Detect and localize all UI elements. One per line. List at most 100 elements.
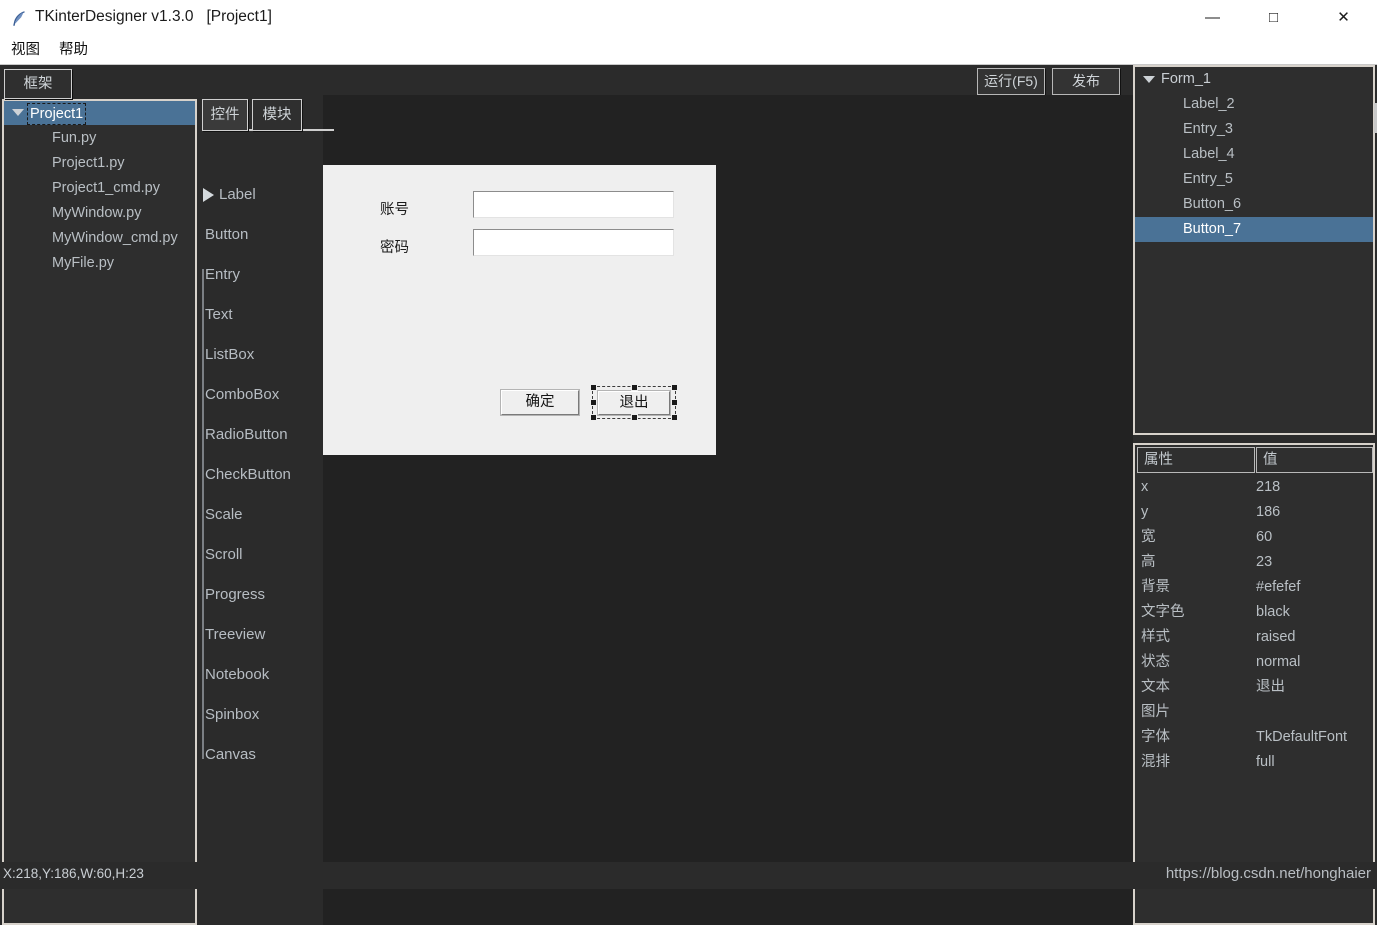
form-button-exit-selection[interactable]: 退出 bbox=[590, 384, 678, 421]
close-button[interactable]: ✕ bbox=[1320, 0, 1367, 36]
object-node-button_6[interactable]: Button_6 bbox=[1135, 192, 1373, 217]
project-tree-panel: Project1 Fun.py Project1.py Project1_cmd.p… bbox=[2, 99, 197, 925]
form-label-account[interactable]: 账号 bbox=[380, 198, 409, 219]
title-bar: TKinterDesigner v1.3.0 [Project1] — □ ✕ bbox=[0, 0, 1377, 37]
chevron-down-icon[interactable] bbox=[1143, 76, 1155, 83]
object-node-entry_3[interactable]: Entry_3 bbox=[1135, 117, 1373, 142]
resize-handle-n[interactable] bbox=[631, 384, 638, 391]
property-row[interactable]: 高 23 bbox=[1135, 550, 1373, 575]
property-value[interactable]: normal bbox=[1256, 650, 1300, 675]
property-row[interactable]: 状态 normal bbox=[1135, 650, 1373, 675]
feather-icon bbox=[10, 9, 28, 28]
object-node-label_2[interactable]: Label_2 bbox=[1135, 92, 1373, 117]
palette-item-text[interactable]: Text bbox=[205, 303, 323, 327]
minimize-button[interactable]: — bbox=[1189, 0, 1236, 36]
resize-handle-w[interactable] bbox=[590, 399, 597, 406]
widget-palette: 控件 模块 Label Button Entry Text ListBox ComboBo… bbox=[199, 99, 334, 925]
property-key: 样式 bbox=[1141, 629, 1170, 645]
window-title: TKinterDesigner v1.3.0 [Project1] bbox=[35, 8, 272, 25]
object-node-label_4[interactable]: Label_4 bbox=[1135, 142, 1373, 167]
palette-item-notebook[interactable]: Notebook bbox=[205, 663, 323, 687]
property-value[interactable]: 186 bbox=[1256, 500, 1280, 525]
palette-item-scale[interactable]: Scale bbox=[205, 503, 323, 527]
object-node-button_7[interactable]: Button_7 bbox=[1135, 217, 1373, 242]
form-button-confirm[interactable]: 确定 bbox=[501, 390, 579, 415]
menu-item-view[interactable]: 视图 bbox=[7, 40, 44, 61]
property-row[interactable]: 宽 60 bbox=[1135, 525, 1373, 550]
property-row[interactable]: 文字色 black bbox=[1135, 600, 1373, 625]
run-button[interactable]: 运行(F5) bbox=[977, 68, 1045, 95]
property-key: 宽 bbox=[1141, 529, 1156, 545]
resize-handle-nw[interactable] bbox=[590, 384, 597, 391]
resize-handle-ne[interactable] bbox=[671, 384, 678, 391]
tree-file-item[interactable]: Project1_cmd.py bbox=[52, 177, 160, 199]
property-value[interactable]: #efefef bbox=[1256, 575, 1300, 600]
property-value[interactable]: 60 bbox=[1256, 525, 1272, 550]
property-row[interactable]: y 186 bbox=[1135, 500, 1373, 525]
property-row[interactable]: 字体 TkDefaultFont bbox=[1135, 725, 1373, 750]
property-value[interactable]: 218 bbox=[1256, 475, 1280, 500]
status-bar: X:218,Y:186,W:60,H:23 https://blog.csdn.… bbox=[0, 862, 1377, 889]
resize-handle-sw[interactable] bbox=[590, 414, 597, 421]
tab-modules[interactable]: 模块 bbox=[252, 99, 302, 131]
palette-item-radiobutton[interactable]: RadioButton bbox=[205, 423, 323, 447]
tab-widgets[interactable]: 控件 bbox=[202, 99, 248, 131]
form-entry-account[interactable] bbox=[473, 191, 674, 218]
property-value[interactable]: raised bbox=[1256, 625, 1296, 650]
design-form[interactable]: 账号 密码 确定 退出 bbox=[323, 165, 716, 455]
object-tree-root[interactable]: Form_1 bbox=[1135, 67, 1373, 92]
form-entry-password[interactable] bbox=[473, 229, 674, 256]
property-key: 图片 bbox=[1141, 704, 1170, 720]
property-value[interactable]: 退出 bbox=[1256, 675, 1285, 700]
property-row[interactable]: 图片 bbox=[1135, 700, 1373, 725]
palette-item-progress[interactable]: Progress bbox=[205, 583, 323, 607]
tree-file-item[interactable]: MyWindow.py bbox=[52, 202, 141, 224]
palette-item-entry[interactable]: Entry bbox=[205, 263, 323, 287]
property-header-name: 属性 bbox=[1137, 447, 1255, 473]
palette-item-spinbox[interactable]: Spinbox bbox=[205, 703, 323, 727]
property-row[interactable]: 文本 退出 bbox=[1135, 675, 1373, 700]
property-value[interactable]: full bbox=[1256, 750, 1275, 775]
tab-frame[interactable]: 框架 bbox=[4, 69, 72, 99]
property-value[interactable]: black bbox=[1256, 600, 1290, 625]
property-row[interactable]: 混排 full bbox=[1135, 750, 1373, 775]
menu-item-help[interactable]: 帮助 bbox=[55, 40, 92, 61]
palette-item-treeview[interactable]: Treeview bbox=[205, 623, 323, 647]
property-key: 字体 bbox=[1141, 729, 1170, 745]
tree-file-item[interactable]: MyWindow_cmd.py bbox=[52, 227, 178, 249]
property-grid: 属性 值 x 218 y 186 宽 60 高 23 背景 #efefef 文字色 black 样式 ra… bbox=[1133, 443, 1375, 925]
palette-item-listbox[interactable]: ListBox bbox=[205, 343, 323, 367]
property-row[interactable]: 样式 raised bbox=[1135, 625, 1373, 650]
chevron-down-icon[interactable] bbox=[12, 109, 24, 116]
watermark-text: https://blog.csdn.net/honghaier bbox=[1165, 865, 1371, 882]
tree-file-item[interactable]: MyFile.py bbox=[52, 252, 114, 274]
property-key: 混排 bbox=[1141, 754, 1170, 770]
maximize-button[interactable]: □ bbox=[1250, 0, 1297, 36]
play-arrow-icon bbox=[203, 188, 214, 202]
publish-button[interactable]: 发布 bbox=[1052, 68, 1120, 95]
object-tree-panel: Form_1 Label_2 Entry_3 Label_4 Entry_5 Butto… bbox=[1133, 65, 1375, 435]
palette-item-button[interactable]: Button bbox=[205, 223, 323, 247]
object-node-entry_5[interactable]: Entry_5 bbox=[1135, 167, 1373, 192]
resize-handle-s[interactable] bbox=[631, 414, 638, 421]
palette-item-canvas[interactable]: Canvas bbox=[205, 743, 323, 767]
property-key: 状态 bbox=[1141, 654, 1170, 670]
property-value[interactable]: TkDefaultFont bbox=[1256, 725, 1347, 750]
palette-item-label[interactable]: Label bbox=[219, 183, 323, 207]
property-row[interactable]: 背景 #efefef bbox=[1135, 575, 1373, 600]
form-button-exit[interactable]: 退出 bbox=[598, 391, 670, 415]
palette-item-scroll[interactable]: Scroll bbox=[205, 543, 323, 567]
property-row[interactable]: x 218 bbox=[1135, 475, 1373, 500]
palette-item-combobox[interactable]: ComboBox bbox=[205, 383, 323, 407]
designer-canvas[interactable]: 账号 密码 确定 退出 bbox=[323, 95, 1133, 925]
tree-item-project1[interactable]: Project1 bbox=[4, 101, 195, 125]
palette-item-checkbutton[interactable]: CheckButton bbox=[205, 463, 323, 487]
property-key: y bbox=[1141, 504, 1149, 520]
property-value[interactable]: 23 bbox=[1256, 550, 1272, 575]
resize-handle-e[interactable] bbox=[671, 399, 678, 406]
form-label-password[interactable]: 密码 bbox=[380, 236, 409, 257]
tree-file-item[interactable]: Project1.py bbox=[52, 152, 125, 174]
resize-handle-se[interactable] bbox=[671, 414, 678, 421]
property-header-value: 值 bbox=[1256, 447, 1373, 473]
tree-file-item[interactable]: Fun.py bbox=[52, 127, 96, 149]
